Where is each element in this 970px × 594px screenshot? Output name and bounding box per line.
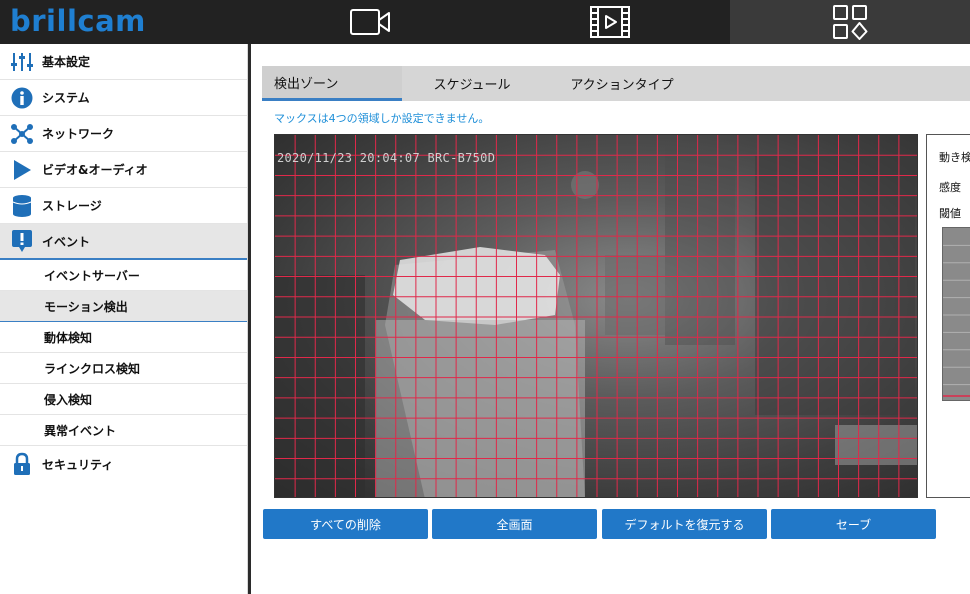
save-button[interactable]: セーブ: [771, 509, 936, 539]
apps-grid-icon: [833, 5, 868, 40]
sidebar-item-label: イベント: [42, 234, 91, 249]
tab-schedule[interactable]: スケジュール: [402, 66, 542, 101]
sidebar-item-basic-settings[interactable]: 基本設定: [0, 44, 247, 80]
sensitivity-label: 感度: [939, 181, 961, 194]
tab-bar: 検出ゾーン スケジュール アクションタイプ: [262, 66, 970, 101]
sidebar-item-system[interactable]: システム: [0, 80, 247, 116]
sidebar: 基本設定 システム ネットワーク ビデオ&オーディオ ストレージ イベント イベ…: [0, 44, 248, 594]
sidebar-item-label: ビデオ&オーディオ: [42, 163, 148, 177]
sidebar-item-event[interactable]: イベント: [0, 224, 247, 260]
sidebar-divider: [248, 44, 251, 594]
alert-icon: [10, 229, 34, 253]
film-playback-icon: [590, 6, 630, 38]
sidebar-item-label: システム: [42, 91, 90, 105]
nav-live-view[interactable]: [250, 0, 490, 44]
sidebar-subitem-object-detection[interactable]: 動体検知: [0, 322, 247, 353]
zone-limit-notice: マックスは4つの領域しか設定できません。: [274, 112, 490, 125]
video-camera-icon: [350, 9, 390, 35]
sidebar-subitem-label: 侵入検知: [44, 392, 93, 407]
sidebar-subitem-label: イベントサーバー: [44, 268, 140, 283]
delete-all-button[interactable]: すべての削除: [263, 509, 428, 539]
full-screen-button[interactable]: 全画面: [432, 509, 597, 539]
sidebar-item-label: ストレージ: [42, 199, 102, 213]
top-bar: brillcam: [0, 0, 970, 44]
tab-detection-zone[interactable]: 検出ゾーン: [262, 66, 402, 101]
database-icon: [10, 194, 34, 218]
threshold-label: 閾値: [939, 207, 961, 220]
sidebar-subitem-label: 動体検知: [44, 330, 93, 345]
sidebar-subitem-label: ラインクロス検知: [44, 361, 141, 376]
motion-side-panel: 動き検 感度 閾値: [926, 134, 970, 498]
sidebar-subitem-line-crossing[interactable]: ラインクロス検知: [0, 353, 247, 384]
sidebar-item-label: セキュリティ: [42, 457, 114, 472]
sidebar-item-storage[interactable]: ストレージ: [0, 188, 247, 224]
sidebar-item-label: ネットワーク: [42, 127, 115, 141]
info-icon: [10, 86, 34, 110]
sidebar-subitem-abnormal-event[interactable]: 異常イベント: [0, 415, 247, 446]
nav-settings[interactable]: [730, 0, 970, 44]
motion-level-meter: [942, 227, 970, 401]
camera-scene: [275, 135, 917, 497]
sliders-icon: [10, 50, 34, 74]
sidebar-item-security[interactable]: セキュリティ: [0, 446, 247, 482]
sidebar-subitem-label: モーション検出: [44, 299, 128, 314]
sidebar-subitem-intrusion[interactable]: 侵入検知: [0, 384, 247, 415]
tab-label: アクションタイプ: [570, 78, 674, 93]
sidebar-item-video-audio[interactable]: ビデオ&オーディオ: [0, 152, 247, 188]
video-preview[interactable]: 2020/11/23 20:04:07 BRC-B750D: [274, 134, 918, 498]
lock-icon: [10, 452, 34, 476]
sidebar-subitem-event-server[interactable]: イベントサーバー: [0, 260, 247, 291]
sidebar-item-label: 基本設定: [42, 55, 91, 69]
sidebar-subitem-motion-detection[interactable]: モーション検出: [0, 291, 247, 322]
play-icon: [10, 158, 34, 182]
motion-label: 動き検: [939, 151, 970, 164]
video-osd-timestamp: 2020/11/23 20:04:07 BRC-B750D: [277, 151, 496, 165]
brand-logo: brillcam: [10, 4, 146, 38]
sidebar-item-network[interactable]: ネットワーク: [0, 116, 247, 152]
tab-label: 検出ゾーン: [274, 76, 339, 92]
tab-action-type[interactable]: アクションタイプ: [542, 66, 702, 101]
network-icon: [10, 122, 34, 146]
tab-label: スケジュール: [433, 78, 511, 93]
restore-default-button[interactable]: デフォルトを復元する: [602, 509, 767, 539]
nav-playback[interactable]: [490, 0, 730, 44]
sidebar-subitem-label: 異常イベント: [44, 423, 117, 438]
app-root: brillcam 基本設定 システム ネットワーク ビデオ&オーディオ ストレー…: [0, 0, 970, 594]
